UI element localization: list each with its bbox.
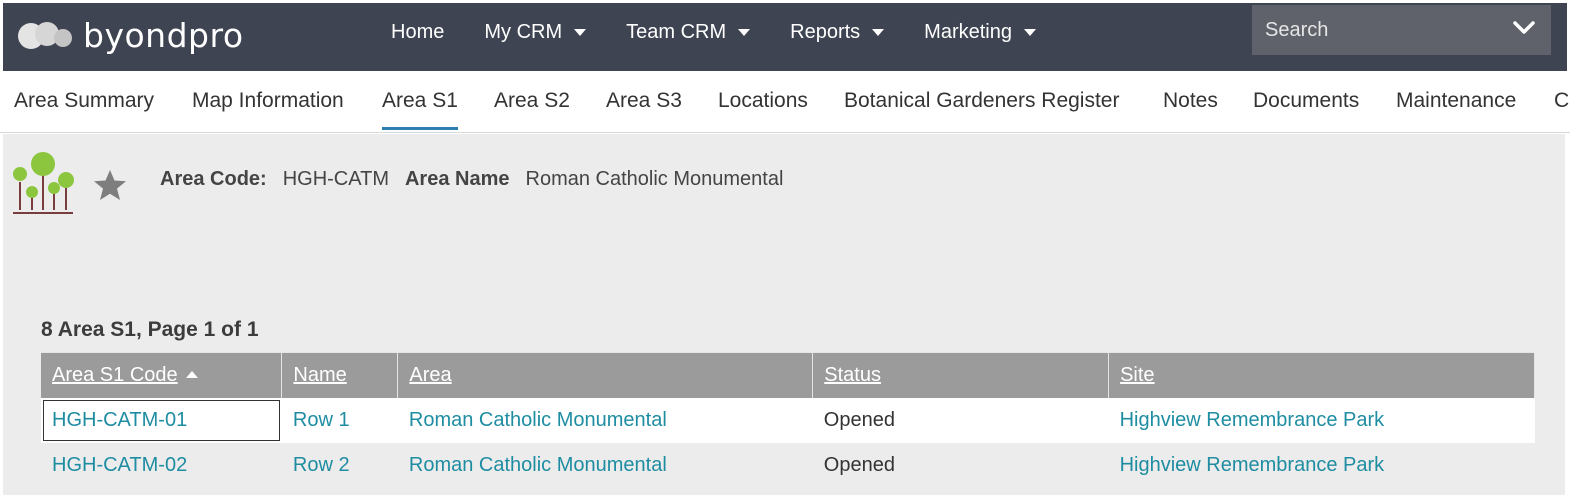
- nav-label: Reports: [790, 20, 861, 43]
- name-link[interactable]: Row 2: [293, 454, 350, 476]
- area-name-label: Area Name: [404, 168, 510, 190]
- area-code-value: HGH-CATM: [282, 168, 389, 190]
- site-link[interactable]: Highview Remembrance Park: [1120, 454, 1385, 476]
- cell-code: HGH-CATM-02: [41, 442, 282, 488]
- nav-reports[interactable]: Reports: [790, 20, 885, 44]
- cell-code: HGH-CATM-01: [41, 397, 282, 443]
- record-icon: [11, 152, 75, 216]
- column-header-name[interactable]: Name: [281, 352, 399, 398]
- caret-down-icon: [574, 28, 587, 36]
- cell-name: Row 2: [281, 442, 398, 488]
- nav-marketing[interactable]: Marketing: [924, 21, 1036, 44]
- cell-site: Highview Remembrance Park: [1108, 442, 1535, 488]
- list-summary: 8 Area S1, Page 1 of 1: [41, 318, 259, 341]
- nav-label: Home: [391, 20, 445, 43]
- column-header-label: Area S1 Code: [52, 363, 178, 386]
- area-link[interactable]: Roman Catholic Monumental: [409, 409, 667, 431]
- search-box: [1252, 5, 1551, 55]
- favorite-star-icon[interactable]: [93, 168, 127, 202]
- cell-status: Opened: [812, 442, 1109, 488]
- cell-area: Roman Catholic Monumental: [397, 397, 813, 443]
- nav-label: Marketing: [924, 20, 1012, 43]
- table-header-row: Area S1 Code Name Area Status Site: [41, 352, 1535, 398]
- column-header-label: Site: [1120, 363, 1155, 386]
- search-input[interactable]: [1265, 18, 1505, 42]
- record-fields: Area Code: HGH-CATM Area Name Roman Cath…: [160, 168, 799, 191]
- area-code-label: Area Code:: [160, 168, 267, 190]
- tab-area-s3[interactable]: Area S3: [606, 89, 682, 113]
- area-name-value: Roman Catholic Monumental: [525, 168, 784, 190]
- tab-area-summary[interactable]: Area Summary: [14, 89, 154, 113]
- site-link[interactable]: Highview Remembrance Park: [1120, 409, 1385, 431]
- content-area: Area Code: HGH-CATM Area Name Roman Cath…: [3, 134, 1565, 495]
- tab-map-information[interactable]: Map Information: [192, 89, 344, 113]
- area-s1-table: Area S1 Code Name Area Status Site HGH-C…: [41, 352, 1535, 488]
- nav-label: Team CRM: [626, 20, 727, 43]
- column-header-label: Status: [824, 363, 881, 386]
- tab-documents[interactable]: Documents: [1253, 89, 1359, 113]
- tab-maintenance[interactable]: Maintenance: [1396, 89, 1516, 113]
- tab-notes[interactable]: Notes: [1163, 89, 1218, 113]
- status-text: Opened: [823, 408, 895, 431]
- caret-down-icon: [872, 28, 885, 36]
- chevron-down-icon[interactable]: [1513, 20, 1535, 36]
- column-header-label: Name: [293, 363, 347, 386]
- cell-name: Row 1: [281, 397, 398, 443]
- nav-label: My CRM: [484, 20, 563, 43]
- caret-down-icon: [1023, 28, 1036, 36]
- tab-botanical-gardeners-register[interactable]: Botanical Gardeners Register: [844, 89, 1119, 113]
- cell-site: Highview Remembrance Park: [1108, 397, 1535, 443]
- caret-down-icon: [738, 28, 751, 36]
- cell-status: Opened: [812, 397, 1109, 443]
- status-text: Opened: [823, 453, 895, 476]
- logo-circles-icon: [18, 22, 72, 49]
- tab-overflow[interactable]: C: [1554, 89, 1569, 113]
- cell-area: Roman Catholic Monumental: [397, 442, 813, 488]
- sort-ascending-icon: [185, 370, 198, 378]
- column-header-status[interactable]: Status: [812, 352, 1110, 398]
- code-link[interactable]: HGH-CATM-02: [52, 454, 187, 476]
- column-header-code[interactable]: Area S1 Code: [41, 352, 283, 398]
- trees-icon: [13, 152, 74, 214]
- top-bar: byondpro Home My CRM Team CRM Reports Ma…: [3, 3, 1567, 71]
- nav-home[interactable]: Home: [391, 21, 444, 44]
- area-link[interactable]: Roman Catholic Monumental: [409, 454, 667, 476]
- main-nav: Home My CRM Team CRM Reports Marketing: [391, 3, 1076, 61]
- code-link[interactable]: HGH-CATM-01: [52, 409, 187, 431]
- brand-logo[interactable]: byondpro: [17, 15, 244, 55]
- nav-team-crm[interactable]: Team CRM: [626, 20, 751, 44]
- nav-my-crm[interactable]: My CRM: [484, 20, 587, 44]
- table-row[interactable]: HGH-CATM-02 Row 2 Roman Catholic Monumen…: [41, 442, 1535, 488]
- column-header-area[interactable]: Area: [397, 352, 814, 398]
- name-link[interactable]: Row 1: [293, 409, 350, 431]
- column-header-label: Area: [409, 363, 452, 386]
- record-tabs: Area Summary Map Information Area S1 Are…: [0, 71, 1570, 133]
- tab-area-s2[interactable]: Area S2: [494, 89, 570, 113]
- brand-name: byondpro: [83, 15, 244, 55]
- column-header-site[interactable]: Site: [1108, 352, 1535, 398]
- tab-area-s1[interactable]: Area S1: [382, 89, 458, 130]
- table-row[interactable]: HGH-CATM-01 Row 1 Roman Catholic Monumen…: [41, 397, 1535, 443]
- tab-locations[interactable]: Locations: [718, 89, 808, 113]
